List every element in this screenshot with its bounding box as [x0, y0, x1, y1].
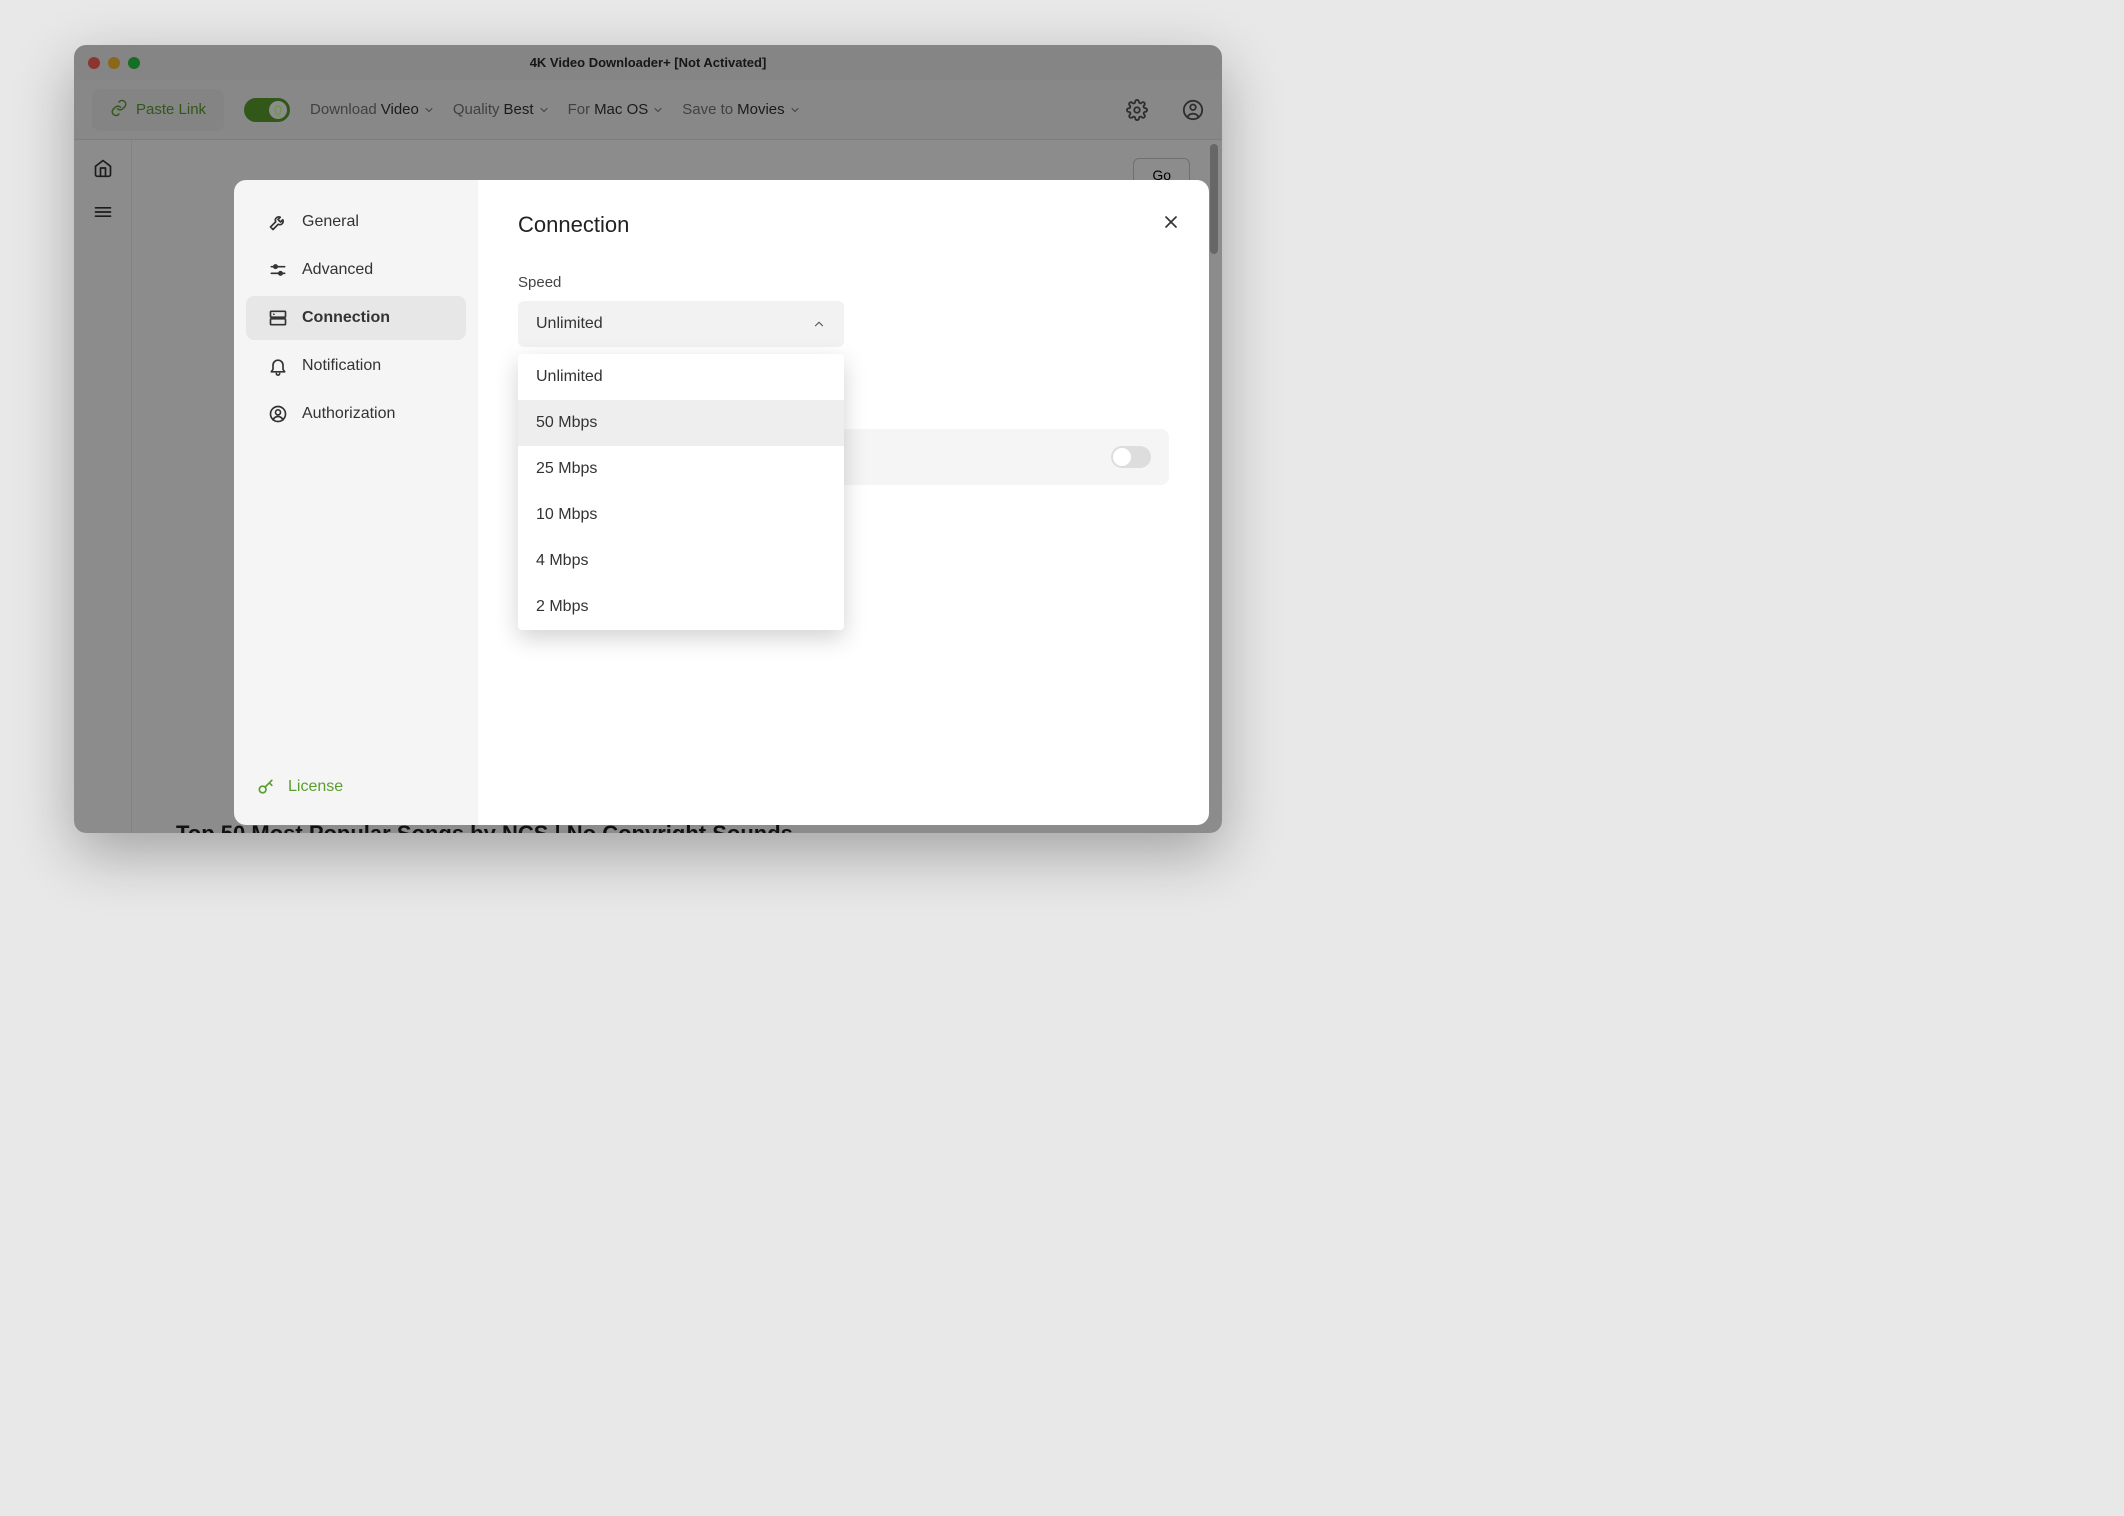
speed-label: Speed [518, 274, 1169, 291]
bell-icon [268, 356, 288, 376]
proxy-toggle[interactable] [1111, 446, 1151, 468]
chevron-down-icon [789, 104, 801, 116]
sidebar-item-license[interactable]: License [234, 763, 478, 811]
paste-link-button[interactable]: Paste Link [92, 89, 224, 131]
window-title: 4K Video Downloader+ [Not Activated] [74, 55, 1222, 70]
app-window: 4K Video Downloader+ [Not Activated] Pas… [74, 45, 1222, 833]
download-value: Video [381, 101, 419, 118]
saveto-value: Movies [737, 101, 785, 118]
sidebar-item-connection[interactable]: Connection [246, 296, 466, 340]
speed-option-50mbps[interactable]: 50 Mbps [518, 400, 844, 446]
user-circle-icon [268, 404, 288, 424]
server-icon [268, 308, 288, 328]
quality-selector[interactable]: Quality Best [453, 101, 550, 118]
for-value: Mac OS [594, 101, 648, 118]
key-icon [256, 777, 276, 797]
toolbar-options: Download Video Quality Best For Mac OS S… [310, 101, 801, 118]
gear-icon [1126, 99, 1148, 121]
sidebar-item-notification[interactable]: Notification [246, 344, 466, 388]
quality-value: Best [504, 101, 534, 118]
settings-button[interactable] [1126, 99, 1148, 121]
sidebar-item-advanced[interactable]: Advanced [246, 248, 466, 292]
speed-dropdown: Unlimited 50 Mbps 25 Mbps 10 Mbps 4 Mbps… [518, 354, 844, 630]
scrollbar[interactable] [1210, 144, 1218, 254]
sidebar-item-general[interactable]: General [246, 200, 466, 244]
speed-option-unlimited[interactable]: Unlimited [518, 354, 844, 400]
download-label: Download [310, 101, 377, 118]
quality-label: Quality [453, 101, 500, 118]
sidebar-label-notification: Notification [302, 357, 381, 375]
panel-title: Connection [518, 212, 1169, 238]
speed-option-2mbps[interactable]: 2 Mbps [518, 584, 844, 630]
smart-mode-toggle[interactable] [244, 98, 290, 122]
sidebar-label-connection: Connection [302, 309, 390, 327]
saveto-label: Save to [682, 101, 733, 118]
paste-link-label: Paste Link [136, 101, 206, 118]
paste-link-icon [110, 99, 128, 121]
user-icon [1182, 99, 1204, 121]
speed-select-value: Unlimited [536, 315, 603, 333]
for-label: For [568, 101, 591, 118]
account-button[interactable] [1182, 99, 1204, 121]
save-to-selector[interactable]: Save to Movies [682, 101, 800, 118]
speed-select[interactable]: Unlimited Unlimited 50 Mbps 25 Mbps 10 M… [518, 301, 844, 347]
home-icon[interactable] [93, 158, 113, 178]
download-format-selector[interactable]: Download Video [310, 101, 435, 118]
left-rail [74, 140, 132, 833]
sidebar-item-authorization[interactable]: Authorization [246, 392, 466, 436]
sliders-icon [268, 260, 288, 280]
close-modal-button[interactable] [1161, 212, 1181, 232]
sidebar-label-license: License [288, 778, 343, 796]
toolbar: Paste Link Download Video Quality Best F… [74, 80, 1222, 140]
close-icon [1161, 212, 1181, 232]
chevron-up-icon [812, 317, 826, 331]
preferences-modal: General Advanced Connection Notification… [234, 180, 1209, 825]
sidebar-label-general: General [302, 213, 359, 231]
preferences-sidebar: General Advanced Connection Notification… [234, 180, 478, 825]
sidebar-label-advanced: Advanced [302, 261, 373, 279]
chevron-down-icon [538, 104, 550, 116]
speed-option-4mbps[interactable]: 4 Mbps [518, 538, 844, 584]
speed-option-25mbps[interactable]: 25 Mbps [518, 446, 844, 492]
lightbulb-icon [272, 104, 284, 116]
preferences-panel: Connection Speed Unlimited Unlimited 50 … [478, 180, 1209, 825]
wrench-icon [268, 212, 288, 232]
menu-icon[interactable] [93, 202, 113, 222]
sidebar-label-authorization: Authorization [302, 405, 395, 423]
speed-option-10mbps[interactable]: 10 Mbps [518, 492, 844, 538]
platform-selector[interactable]: For Mac OS [568, 101, 665, 118]
chevron-down-icon [652, 104, 664, 116]
titlebar: 4K Video Downloader+ [Not Activated] [74, 45, 1222, 80]
chevron-down-icon [423, 104, 435, 116]
